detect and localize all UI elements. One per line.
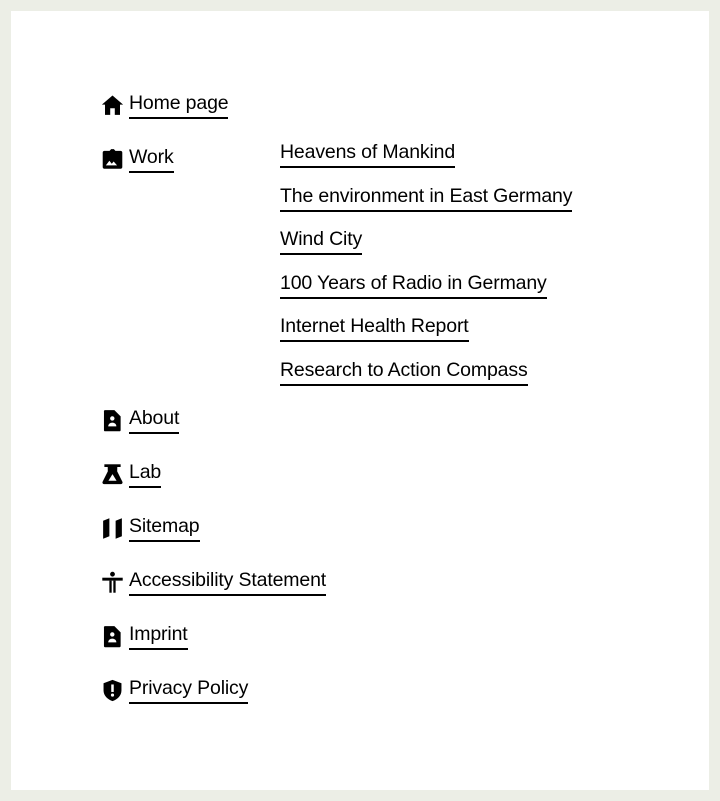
nav-row-home: Home page (95, 86, 695, 140)
nav-row-sitemap: Sitemap (95, 509, 695, 563)
document-person-icon (95, 619, 129, 653)
sidebar-item-privacy[interactable]: Privacy Policy (95, 671, 280, 709)
nav-link-sitemap[interactable]: Sitemap (129, 514, 200, 542)
list-item: Research to Action Compass (280, 358, 700, 402)
nav-link-home[interactable]: Home page (129, 91, 229, 119)
list-item: Wind City (280, 227, 700, 271)
work-entry-row: Work (95, 140, 280, 194)
nav-row-privacy: Privacy Policy (95, 671, 695, 725)
sidebar-item-home[interactable]: Home page (95, 86, 280, 124)
sitemap-navigation: Home page Work Heavens of Mankind The en… (95, 86, 695, 725)
nav-link-imprint[interactable]: Imprint (129, 622, 188, 650)
nav-link-work[interactable]: Work (129, 145, 174, 173)
map-icon (95, 511, 129, 545)
nav-row-imprint: Imprint (95, 617, 695, 671)
nav-row-about: About (95, 401, 695, 455)
flask-icon (95, 457, 129, 491)
work-project-link-6[interactable]: Research to Action Compass (280, 358, 528, 386)
work-project-link-1[interactable]: Heavens of Mankind (280, 140, 455, 168)
nav-link-lab[interactable]: Lab (129, 460, 161, 488)
sidebar-item-sitemap[interactable]: Sitemap (95, 509, 280, 547)
work-project-link-5[interactable]: Internet Health Report (280, 314, 469, 342)
nav-row-lab: Lab (95, 455, 695, 509)
nav-link-accessibility[interactable]: Accessibility Statement (129, 568, 326, 596)
nav-link-privacy[interactable]: Privacy Policy (129, 676, 248, 704)
home-icon (95, 88, 129, 122)
list-item: The environment in East Germany (280, 184, 700, 228)
list-item: 100 Years of Radio in Germany (280, 271, 700, 315)
sidebar-item-work[interactable]: Work (95, 140, 280, 178)
sidebar-item-about[interactable]: About (95, 401, 280, 439)
work-project-link-3[interactable]: Wind City (280, 227, 362, 255)
sidebar-item-lab[interactable]: Lab (95, 455, 280, 493)
list-item: Internet Health Report (280, 314, 700, 358)
accessibility-person-icon (95, 565, 129, 599)
work-project-link-4[interactable]: 100 Years of Radio in Germany (280, 271, 547, 299)
nav-row-accessibility: Accessibility Statement (95, 563, 695, 617)
image-frame-icon (95, 142, 129, 176)
sidebar-item-imprint[interactable]: Imprint (95, 617, 280, 655)
sidebar-item-accessibility[interactable]: Accessibility Statement (95, 563, 326, 601)
list-item: Heavens of Mankind (280, 140, 700, 184)
work-project-list: Heavens of Mankind The environment in Ea… (280, 140, 700, 401)
shield-exclamation-icon (95, 673, 129, 707)
nav-row-work: Work Heavens of Mankind The environment … (95, 140, 695, 401)
work-project-link-2[interactable]: The environment in East Germany (280, 184, 572, 212)
page-frame: Home page Work Heavens of Mankind The en… (11, 11, 709, 790)
nav-link-about[interactable]: About (129, 406, 179, 434)
document-person-icon (95, 403, 129, 437)
